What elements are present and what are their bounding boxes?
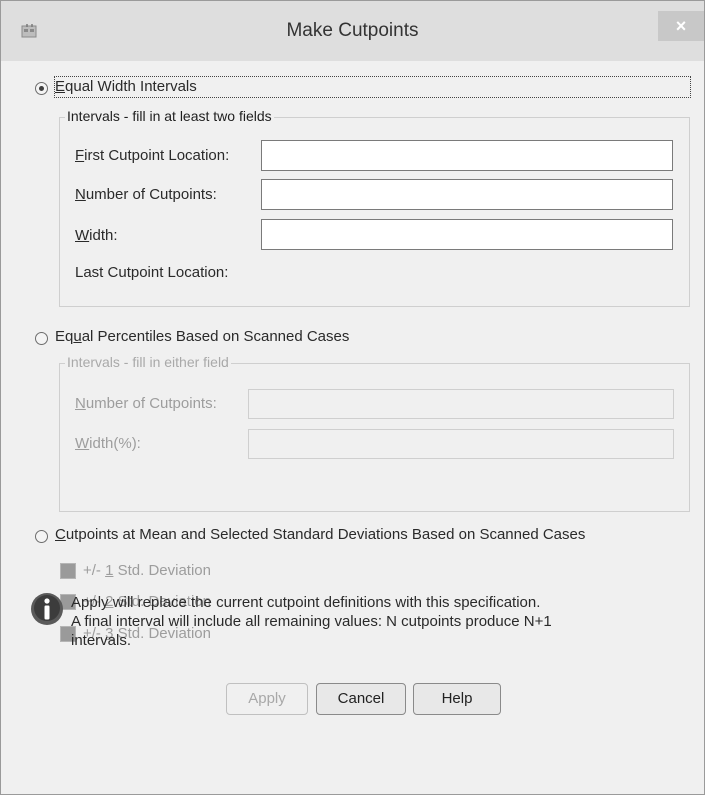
percentiles-width-label: Width(%): (75, 435, 141, 452)
equal-percentiles-radio[interactable] (35, 332, 48, 345)
first-cutpoint-label: First Cutpoint Location: (75, 147, 230, 164)
cancel-button[interactable]: Cancel (316, 683, 406, 715)
close-icon: × (675, 16, 687, 36)
equal-width-group-title: Intervals - fill in at least two fields (65, 108, 274, 124)
title-bar[interactable]: Make Cutpoints × (1, 1, 704, 61)
width-label: Width: (75, 227, 118, 244)
percentiles-number-input[interactable] (248, 389, 674, 419)
close-button[interactable]: × (658, 11, 704, 41)
width-input[interactable] (261, 219, 673, 250)
percentiles-number-label: Number of Cutpoints: (75, 395, 217, 412)
window-title: Make Cutpoints (286, 20, 419, 41)
help-button[interactable]: Help (413, 683, 501, 715)
make-cutpoints-dialog: Make Cutpoints × Equal Width Intervals I… (0, 0, 705, 795)
apply-button[interactable]: Apply (226, 683, 308, 715)
dialog-body: Equal Width Intervals Intervals - fill i… (7, 61, 698, 788)
equal-percentiles-label[interactable]: Equal Percentiles Based on Scanned Cases (55, 328, 349, 345)
number-of-cutpoints-label: Number of Cutpoints: (75, 186, 217, 203)
std-dev-1-label: +/- 1 Std. Deviation (83, 562, 211, 579)
std-dev-1-checkbox[interactable] (60, 563, 76, 579)
percentiles-width-input[interactable] (248, 429, 674, 459)
equal-percentiles-group-title: Intervals - fill in either field (65, 354, 231, 370)
last-cutpoint-label: Last Cutpoint Location: (75, 264, 229, 281)
std-deviation-label[interactable]: Cutpoints at Mean and Selected Standard … (55, 526, 585, 543)
number-of-cutpoints-input[interactable] (261, 179, 673, 210)
info-icon (31, 593, 63, 625)
first-cutpoint-input[interactable] (261, 140, 673, 171)
info-message: Apply will replace the current cutpoint … (71, 594, 552, 649)
focus-rectangle (54, 76, 691, 98)
std-deviation-radio[interactable] (35, 530, 48, 543)
equal-width-radio[interactable] (35, 82, 48, 95)
